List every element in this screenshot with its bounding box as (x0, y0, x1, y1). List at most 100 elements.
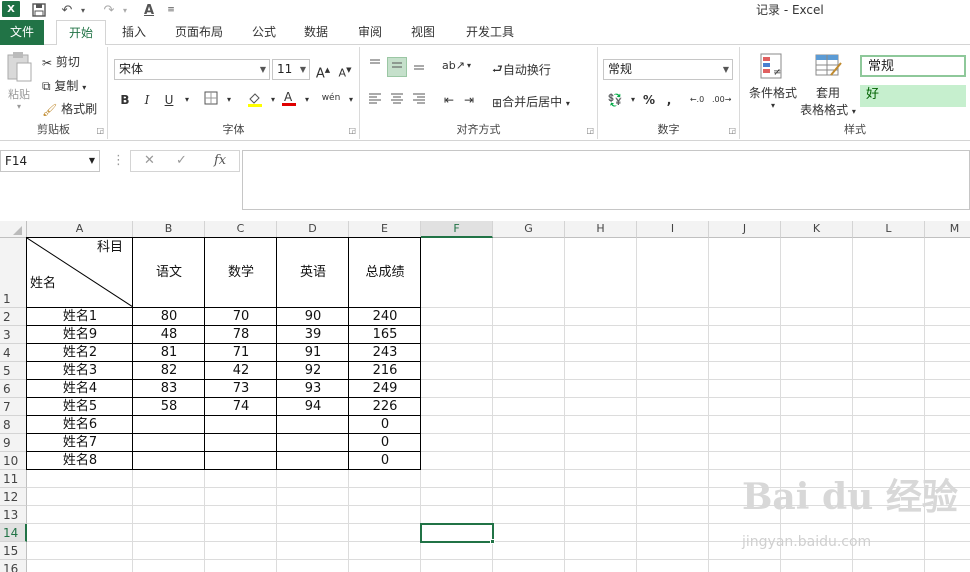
decrease-indent-icon[interactable]: ⇤ (440, 91, 458, 109)
borders-dropdown-icon[interactable]: ▾ (220, 91, 238, 109)
font-color-dropdown-icon[interactable]: ▾ (298, 91, 316, 109)
font-color-quick-icon[interactable]: A (140, 1, 158, 19)
tab-home[interactable]: 开始 (56, 20, 106, 46)
column-header-d[interactable]: D (277, 221, 349, 238)
column-header-c[interactable]: C (205, 221, 277, 238)
cell-math[interactable]: 42 (205, 362, 277, 380)
name-box[interactable]: F14 ▼ (0, 150, 100, 172)
cell-chinese[interactable]: 82 (133, 362, 205, 380)
row-header-5[interactable]: 5 (0, 362, 27, 380)
row-header-16[interactable]: 16 (0, 560, 27, 572)
tab-file[interactable]: 文件 (0, 20, 44, 45)
row-header-3[interactable]: 3 (0, 326, 27, 344)
copy-button[interactable]: ⧉ 复制 ▾ (42, 77, 86, 94)
cell-english[interactable] (277, 434, 349, 452)
cell-chinese[interactable] (133, 416, 205, 434)
clipboard-launcher-icon[interactable]: ◲ (96, 126, 104, 135)
column-header-j[interactable]: J (709, 221, 781, 238)
style-normal[interactable]: 常规 (860, 55, 966, 77)
fill-color-icon[interactable] (246, 91, 264, 109)
increase-indent-icon[interactable]: ⇥ (460, 91, 478, 109)
cell-total[interactable]: 226 (349, 398, 421, 416)
row-header-10[interactable]: 10 (0, 452, 27, 470)
subject-header-3[interactable]: 总成绩 (349, 238, 421, 308)
conditional-format-button[interactable]: ≠ 条件格式 ▾ (744, 51, 802, 110)
column-header-l[interactable]: L (853, 221, 925, 238)
style-good[interactable]: 好 (860, 85, 966, 107)
font-size-select[interactable]: 11 ▼ (272, 59, 310, 80)
cell-english[interactable]: 94 (277, 398, 349, 416)
row-header-1[interactable]: 1 (0, 238, 27, 308)
paste-button[interactable]: 粘贴 ▾ (4, 51, 34, 111)
cell-name[interactable]: 姓名3 (27, 362, 133, 380)
redo-dropdown-icon[interactable]: ▾ (116, 1, 134, 19)
cell-chinese[interactable]: 48 (133, 326, 205, 344)
cell-name[interactable]: 姓名2 (27, 344, 133, 362)
cell-chinese[interactable]: 83 (133, 380, 205, 398)
font-launcher-icon[interactable]: ◲ (348, 126, 356, 135)
cell-total[interactable]: 243 (349, 344, 421, 362)
percent-button[interactable]: % (640, 91, 658, 109)
cell-name[interactable]: 姓名5 (27, 398, 133, 416)
cell-math[interactable]: 71 (205, 344, 277, 362)
cell-name[interactable]: 姓名9 (27, 326, 133, 344)
align-right-icon[interactable] (410, 91, 428, 109)
enter-icon[interactable]: ✓ (176, 153, 187, 168)
subject-header-1[interactable]: 数学 (205, 238, 277, 308)
format-as-table-button[interactable]: 套用 表格格式 ▾ (798, 51, 858, 118)
underline-button[interactable]: U (160, 91, 178, 109)
comma-style-button[interactable]: , (660, 91, 678, 109)
cell-math[interactable] (205, 416, 277, 434)
phonetic-guide-icon[interactable]: wén (320, 89, 342, 107)
cell-name[interactable]: 姓名4 (27, 380, 133, 398)
font-color-icon[interactable]: A (280, 89, 298, 107)
cell-total[interactable]: 216 (349, 362, 421, 380)
align-center-icon[interactable] (388, 91, 406, 109)
cell-english[interactable]: 90 (277, 308, 349, 326)
customize-quick-access-icon[interactable]: ≡ (162, 1, 180, 19)
tab-developer[interactable]: 开发工具 (460, 20, 520, 45)
row-header-6[interactable]: 6 (0, 380, 27, 398)
row-header-4[interactable]: 4 (0, 344, 27, 362)
orientation-icon[interactable]: ab↗ (442, 57, 465, 75)
number-format-select[interactable]: 常规 ▼ (603, 59, 733, 80)
cell-name[interactable]: 姓名7 (27, 434, 133, 452)
cell-total[interactable]: 0 (349, 416, 421, 434)
cell-name[interactable]: 姓名1 (27, 308, 133, 326)
italic-button[interactable]: I (138, 91, 156, 109)
row-header-2[interactable]: 2 (0, 308, 27, 326)
merge-center-button[interactable]: ⊞合并后居中 ▾ (492, 93, 570, 110)
font-name-select[interactable]: 宋体 ▼ (114, 59, 270, 80)
tab-page-layout[interactable]: 页面布局 (168, 20, 230, 45)
row-header-7[interactable]: 7 (0, 398, 27, 416)
orientation-dropdown-icon[interactable]: ▾ (460, 57, 478, 75)
row-header-9[interactable]: 9 (0, 434, 27, 452)
formula-bar-options-icon[interactable]: ⋮ (112, 153, 125, 168)
save-icon[interactable] (30, 1, 48, 19)
cell-name[interactable]: 姓名6 (27, 416, 133, 434)
wrap-text-button[interactable]: ⮐自动换行 (492, 60, 551, 81)
accounting-format-icon[interactable]: 💱 (606, 91, 624, 109)
cell-chinese[interactable] (133, 452, 205, 470)
formula-input[interactable] (242, 150, 970, 210)
align-middle-icon[interactable] (387, 57, 407, 77)
borders-icon[interactable] (202, 91, 220, 109)
fill-handle[interactable] (490, 539, 495, 544)
column-header-k[interactable]: K (781, 221, 853, 238)
active-cell-selection[interactable] (420, 523, 494, 543)
row-header-14[interactable]: 14 (0, 524, 27, 542)
tab-view[interactable]: 视图 (405, 20, 441, 45)
column-header-e[interactable]: E (349, 221, 421, 238)
column-header-g[interactable]: G (493, 221, 565, 238)
underline-dropdown-icon[interactable]: ▾ (178, 91, 196, 109)
increase-decimal-icon[interactable]: ←.0 (688, 91, 706, 109)
cell-english[interactable]: 91 (277, 344, 349, 362)
cell-chinese[interactable]: 80 (133, 308, 205, 326)
align-top-icon[interactable] (366, 57, 384, 75)
tab-insert[interactable]: 插入 (116, 20, 152, 45)
cell-english[interactable]: 93 (277, 380, 349, 398)
subject-header-0[interactable]: 语文 (133, 238, 205, 308)
cell-total[interactable]: 0 (349, 452, 421, 470)
select-all-corner[interactable] (0, 221, 27, 238)
cut-button[interactable]: ✂ 剪切 (42, 53, 80, 70)
